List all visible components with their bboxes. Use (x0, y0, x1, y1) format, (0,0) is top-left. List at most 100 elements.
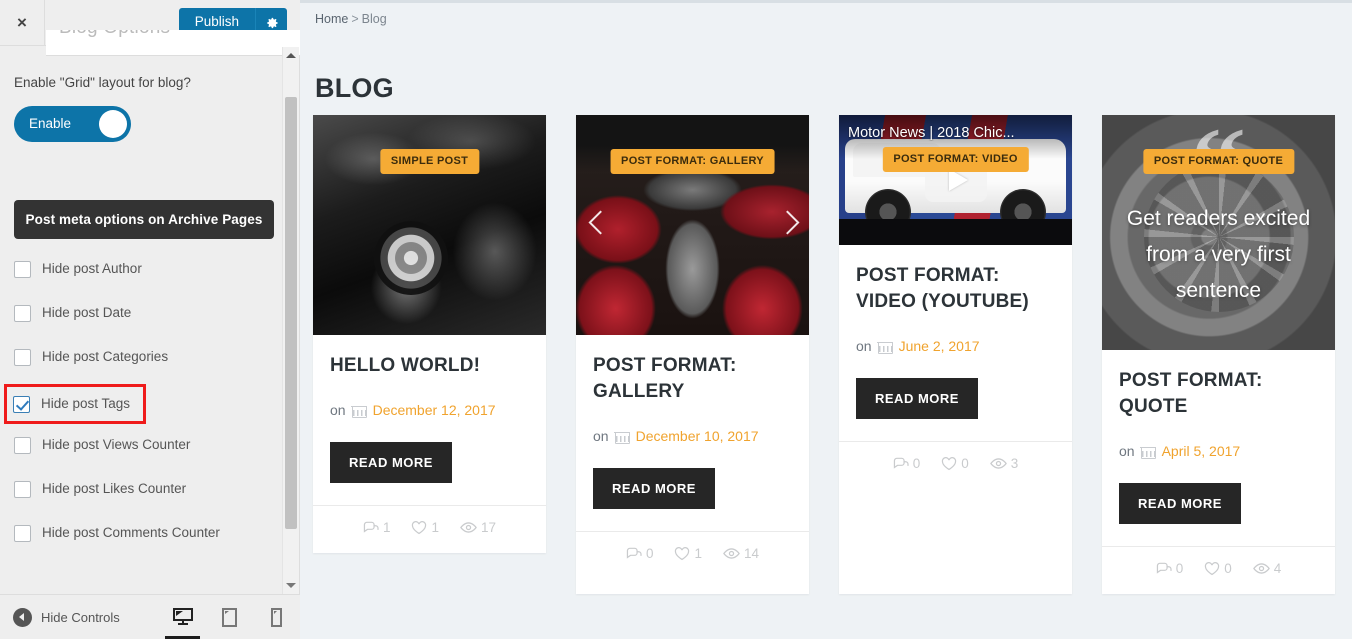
breadcrumb-home[interactable]: Home (315, 12, 348, 26)
comments-stat[interactable]: 1 (363, 520, 390, 535)
grid-layout-toggle[interactable]: Enable (14, 106, 131, 142)
video-title[interactable]: Motor News | 2018 Chic... (848, 125, 1015, 141)
post-format-badge[interactable]: POST FORMAT: QUOTE (1142, 149, 1295, 174)
checkbox-checked-icon[interactable] (13, 395, 30, 413)
views-stat[interactable]: 17 (460, 520, 496, 535)
section-title: Blog Options (59, 30, 170, 39)
post-title[interactable]: POST FORMAT: GALLERY (593, 353, 792, 405)
scroll-down-arrow-icon[interactable] (283, 577, 299, 594)
post-date[interactable]: June 2, 2017 (899, 337, 980, 355)
checkbox-icon[interactable] (14, 260, 31, 278)
likes-count: 0 (1224, 561, 1232, 576)
device-preview-switcher (159, 595, 300, 639)
device-mobile-icon[interactable] (253, 595, 300, 639)
post-meta-prefix: on (330, 402, 346, 418)
quote-text: Get readers excited from a very first se… (1126, 207, 1311, 302)
post-stats: 0 0 4 (1102, 546, 1335, 594)
post-title[interactable]: POST FORMAT: QUOTE (1119, 368, 1318, 420)
checkbox-row[interactable]: Hide post Categories (14, 343, 274, 371)
preview-top-divider (300, 0, 1352, 3)
post-card: POST FORMAT: GALLERY POST FORMAT: GALLER… (576, 115, 809, 594)
customizer-panel: × Publish Blog Options Enable "Grid" lay… (0, 0, 300, 639)
checkbox-label: Hide post Tags (41, 396, 131, 411)
comments-stat[interactable]: 0 (1156, 561, 1184, 576)
post-date[interactable]: December 12, 2017 (373, 401, 496, 419)
comments-stat[interactable]: 0 (893, 456, 921, 471)
customizer-app: × Publish Blog Options Enable "Grid" lay… (0, 0, 1352, 639)
post-format-badge[interactable]: SIMPLE POST (379, 149, 480, 174)
post-meta-prefix: on (856, 338, 872, 354)
cars-image (313, 115, 546, 335)
checkbox-row[interactable]: Hide post Author (14, 255, 274, 283)
post-date[interactable]: December 10, 2017 (636, 427, 759, 445)
comments-count: 0 (645, 546, 654, 561)
checkbox-icon[interactable] (14, 436, 31, 454)
post-meta: on December 10, 2017 (593, 427, 792, 445)
gallery-prev-arrow-icon[interactable] (588, 208, 610, 242)
checkbox-icon[interactable] (14, 348, 31, 366)
checkbox-label: Hide post Date (42, 305, 132, 320)
quote-thumbnail[interactable]: “ Get readers excited from a very first … (1102, 115, 1335, 350)
scroll-up-arrow-icon[interactable] (283, 47, 299, 64)
likes-stat[interactable]: 0 (941, 456, 969, 471)
post-meta-prefix: on (1119, 443, 1135, 459)
device-tablet-icon[interactable] (206, 595, 253, 639)
checkbox-row[interactable]: Hide post Comments Counter (14, 519, 274, 547)
post-format-badge[interactable]: POST FORMAT: VIDEO (882, 147, 1029, 172)
views-stat[interactable]: 3 (989, 456, 1018, 471)
read-more-button[interactable]: READ MORE (1119, 483, 1241, 524)
post-meta: on June 2, 2017 (856, 337, 1055, 355)
post-grid: SIMPLE POST HELLO WORLD! on December 12,… (313, 115, 1352, 594)
gallery-next-arrow-icon[interactable] (775, 208, 797, 242)
read-more-button[interactable]: READ MORE (856, 378, 978, 419)
calendar-icon (351, 402, 368, 418)
hide-controls-button[interactable]: Hide Controls (13, 607, 120, 627)
post-title[interactable]: POST FORMAT: VIDEO (YOUTUBE) (856, 263, 1055, 315)
likes-stat[interactable]: 1 (674, 546, 702, 561)
post-meta-group-header: Post meta options on Archive Pages (14, 200, 274, 239)
likes-stat[interactable]: 1 (411, 520, 439, 535)
post-body: POST FORMAT: GALLERY on December 10, 201… (576, 335, 809, 509)
post-date[interactable]: April 5, 2017 (1162, 442, 1241, 460)
checkbox-label: Hide post Categories (42, 349, 169, 364)
comments-count: 0 (912, 456, 921, 471)
post-card: SIMPLE POST HELLO WORLD! on December 12,… (313, 115, 546, 553)
section-title-strip[interactable]: Blog Options (46, 30, 300, 56)
checkbox-row[interactable]: Hide post Views Counter (14, 431, 274, 459)
close-icon[interactable]: × (0, 0, 45, 45)
views-stat[interactable]: 14 (723, 546, 759, 561)
post-thumbnail[interactable]: POST FORMAT: GALLERY (576, 115, 809, 335)
likes-count: 1 (694, 546, 702, 561)
read-more-button[interactable]: READ MORE (593, 468, 715, 509)
checkbox-label: Hide post Comments Counter (42, 525, 220, 540)
hide-controls-label: Hide Controls (41, 609, 120, 625)
checkbox-row[interactable]: Hide post Date (14, 299, 274, 327)
views-stat[interactable]: 4 (1252, 561, 1281, 576)
panel-scrollbar[interactable] (282, 47, 299, 594)
post-body: POST FORMAT: QUOTE on April 5, 2017 READ… (1102, 350, 1335, 524)
customizer-controls: Enable "Grid" layout for blog? Enable Po… (0, 56, 288, 594)
checkbox-icon[interactable] (14, 480, 31, 498)
comments-stat[interactable]: 0 (626, 546, 654, 561)
post-title[interactable]: HELLO WORLD! (330, 353, 529, 379)
checkbox-icon[interactable] (14, 304, 31, 322)
checkbox-row[interactable]: Hide post Tags (4, 384, 146, 424)
post-format-badge[interactable]: POST FORMAT: GALLERY (610, 149, 775, 174)
checkbox-label: Hide post Author (42, 261, 142, 276)
video-embed[interactable]: Motor News | 2018 Chic... POST FORMAT: V… (839, 115, 1072, 245)
post-body: HELLO WORLD! on December 12, 2017 READ M… (313, 335, 546, 483)
post-card: Motor News | 2018 Chic... POST FORMAT: V… (839, 115, 1072, 594)
checkbox-row[interactable]: Hide post Likes Counter (14, 475, 274, 503)
scrollbar-thumb[interactable] (285, 97, 297, 529)
toggle-knob (99, 110, 127, 138)
breadcrumb-current: Blog (361, 12, 387, 26)
comments-count: 0 (1175, 561, 1184, 576)
calendar-icon (877, 338, 894, 354)
post-thumbnail[interactable]: SIMPLE POST (313, 115, 546, 335)
customizer-footer: Hide Controls (0, 594, 300, 639)
device-desktop-icon[interactable] (159, 595, 206, 639)
post-meta: on December 12, 2017 (330, 401, 529, 419)
read-more-button[interactable]: READ MORE (330, 442, 452, 483)
likes-stat[interactable]: 0 (1204, 561, 1232, 576)
checkbox-icon[interactable] (14, 524, 31, 542)
